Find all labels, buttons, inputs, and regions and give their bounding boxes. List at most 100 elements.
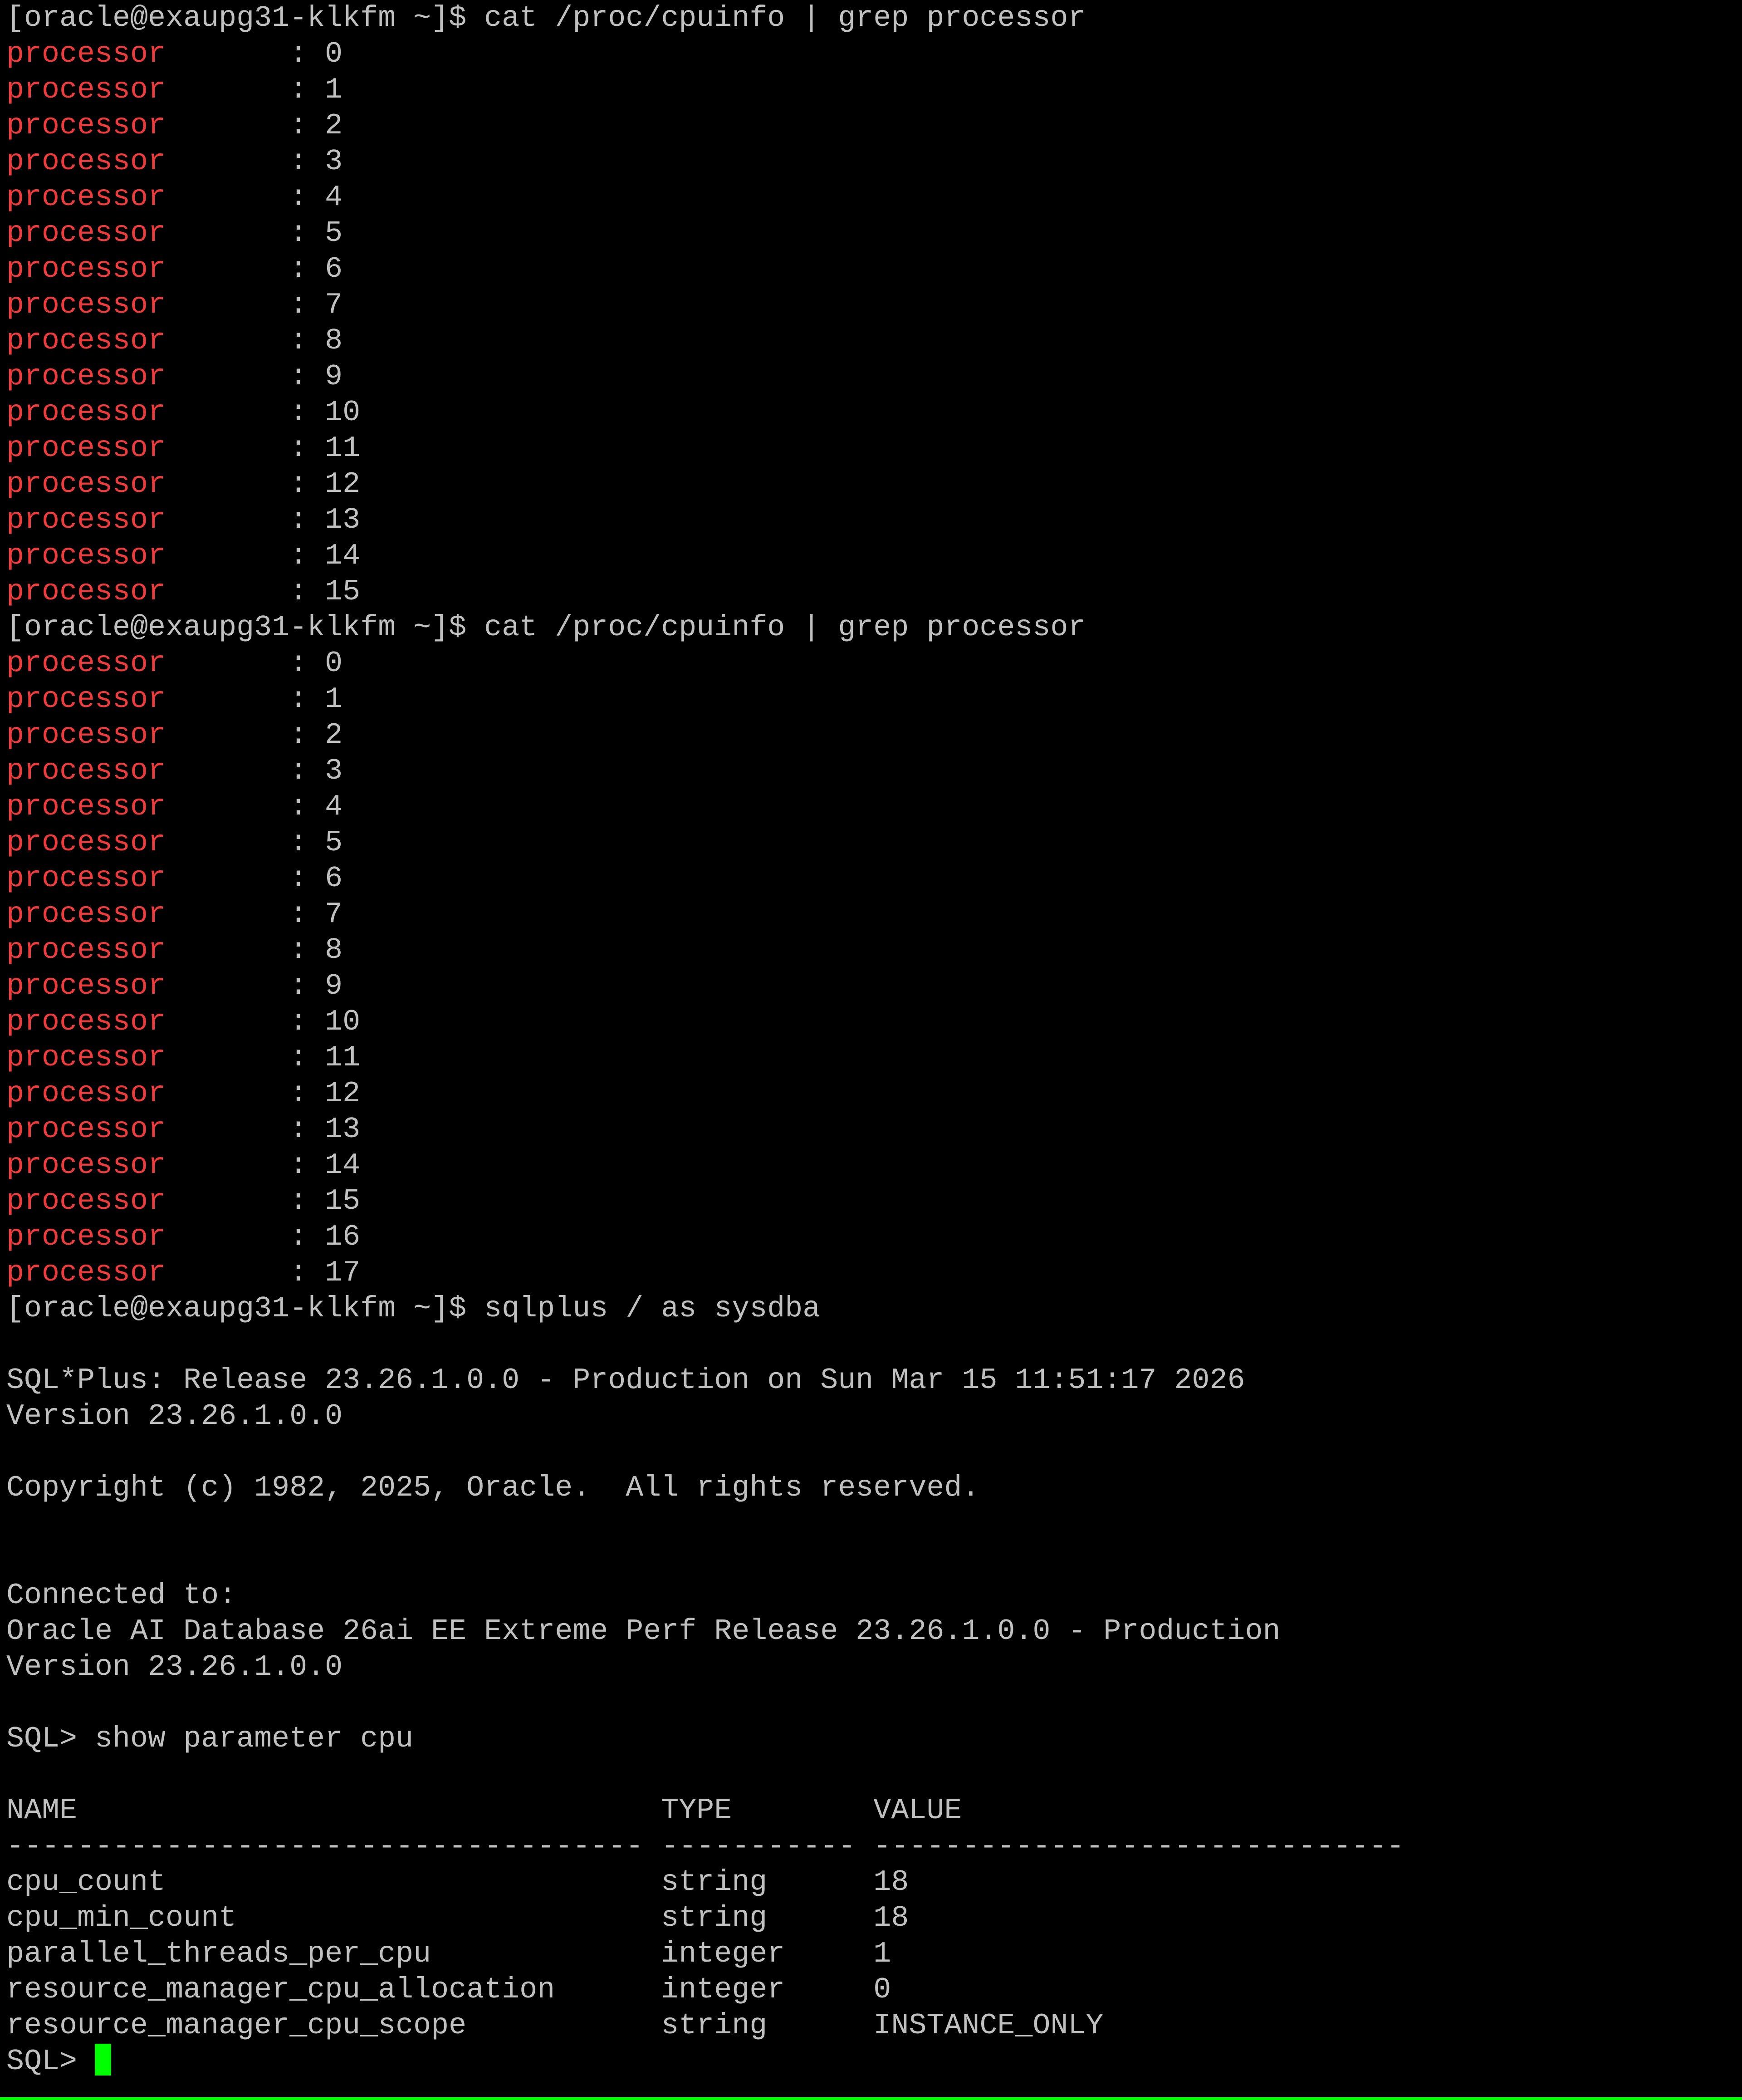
grep-match-keyword: processor	[6, 73, 166, 107]
output-line: resource_manager_cpu_scope string INSTAN…	[6, 2009, 1104, 2042]
output-line: [oracle@exaupg31-klkfm ~]$ cat /proc/cpu…	[6, 611, 1086, 644]
output-line: Copyright (c) 1982, 2025, Oracle. All ri…	[6, 1471, 980, 1505]
grep-match-line: processor : 15	[6, 1183, 1404, 1219]
grep-match-line: processor : 7	[6, 287, 1404, 323]
output-line: parallel_threads_per_cpu integer 1	[6, 1937, 891, 1971]
grep-match-value: : 9	[166, 969, 343, 1003]
grep-match-line: processor : 3	[6, 144, 1404, 180]
output-line: cpu_count string 18	[6, 1865, 909, 1899]
grep-match-keyword: processor	[6, 790, 166, 824]
grep-match-keyword: processor	[6, 252, 166, 286]
sql-prompt-line: SQL>	[6, 2044, 1404, 2080]
grep-match-keyword: processor	[6, 539, 166, 573]
grep-match-value: : 4	[166, 790, 343, 824]
grep-match-keyword: processor	[6, 969, 166, 1003]
grep-match-keyword: processor	[6, 933, 166, 967]
grep-match-line: processor : 11	[6, 431, 1404, 466]
grep-match-keyword: processor	[6, 1148, 166, 1182]
grep-match-keyword: processor	[6, 1256, 166, 1290]
output-line: cpu_min_count string 18	[6, 1901, 909, 1935]
grep-match-value: : 3	[166, 754, 343, 788]
grep-match-keyword: processor	[6, 754, 166, 788]
output-line: ------------------------------------ ---…	[6, 1830, 1404, 1863]
grep-match-line: processor : 12	[6, 466, 1404, 502]
grep-match-keyword: processor	[6, 467, 166, 501]
text-cursor[interactable]	[95, 2044, 112, 2075]
grep-match-line: processor : 12	[6, 1076, 1404, 1112]
grep-match-value: : 0	[166, 37, 343, 71]
grep-match-line: processor : 16	[6, 1219, 1404, 1255]
grep-match-value: : 17	[166, 1256, 361, 1290]
grep-match-line: processor : 6	[6, 251, 1404, 287]
grep-match-line: processor : 0	[6, 36, 1404, 72]
output-line: Version 23.26.1.0.0	[6, 1650, 343, 1684]
grep-match-value: : 12	[166, 467, 361, 501]
grep-match-keyword: processor	[6, 288, 166, 322]
grep-match-keyword: processor	[6, 1220, 166, 1254]
grep-match-value: : 2	[166, 718, 343, 752]
grep-match-value: : 10	[166, 1005, 361, 1039]
grep-match-value: : 11	[166, 432, 361, 465]
grep-match-value: : 2	[166, 109, 343, 142]
grep-match-keyword: processor	[6, 575, 166, 608]
grep-match-value: : 8	[166, 933, 343, 967]
grep-match-keyword: processor	[6, 718, 166, 752]
grep-match-keyword: processor	[6, 396, 166, 429]
grep-match-value: : 6	[166, 862, 343, 895]
grep-match-line: processor : 2	[6, 108, 1404, 144]
grep-match-line: processor : 9	[6, 968, 1404, 1004]
output-line: SQL*Plus: Release 23.26.1.0.0 - Producti…	[6, 1364, 1245, 1397]
output-line: NAME TYPE VALUE	[6, 1794, 962, 1827]
grep-match-line: processor : 4	[6, 180, 1404, 216]
grep-match-value: : 13	[166, 1113, 361, 1146]
grep-match-keyword: processor	[6, 862, 166, 895]
grep-match-value: : 13	[166, 503, 361, 537]
grep-match-value: : 5	[166, 216, 343, 250]
grep-match-keyword: processor	[6, 503, 166, 537]
grep-match-keyword: processor	[6, 1113, 166, 1146]
grep-match-line: processor : 15	[6, 574, 1404, 610]
grep-match-value: : 0	[166, 647, 343, 680]
output-line: Version 23.26.1.0.0	[6, 1399, 343, 1433]
grep-match-value: : 8	[166, 324, 343, 358]
grep-match-value: : 6	[166, 252, 343, 286]
grep-match-value: : 1	[166, 73, 343, 107]
grep-match-line: processor : 9	[6, 359, 1404, 395]
terminal-output: processor : 15[oracle@exaupg31-klkfm ~]$…	[6, 0, 1404, 2080]
grep-match-line: processor : 3	[6, 753, 1404, 789]
grep-match-keyword: processor	[6, 109, 166, 142]
grep-match-line: processor : 5	[6, 825, 1404, 861]
grep-match-value: : 7	[166, 898, 343, 931]
grep-match-keyword: processor	[6, 360, 166, 393]
terminal-window[interactable]: processor : 15[oracle@exaupg31-klkfm ~]$…	[0, 0, 1742, 2100]
grep-match-line: processor : 10	[6, 395, 1404, 431]
output-line: [oracle@exaupg31-klkfm ~]$ cat /proc/cpu…	[6, 1, 1086, 35]
output-line: Oracle AI Database 26ai EE Extreme Perf …	[6, 1614, 1281, 1648]
grep-match-value: : 1	[166, 682, 343, 716]
grep-match-line: processor : 14	[6, 538, 1404, 574]
grep-match-value: : 14	[166, 539, 361, 573]
output-line: [oracle@exaupg31-klkfm ~]$ sqlplus / as …	[6, 1292, 821, 1325]
output-line: Connected to:	[6, 1579, 237, 1612]
grep-match-value: : 3	[166, 145, 343, 178]
grep-match-keyword: processor	[6, 1184, 166, 1218]
grep-match-value: : 15	[166, 1184, 361, 1218]
grep-match-line: processor : 7	[6, 897, 1404, 932]
grep-match-line: processor : 1	[6, 72, 1404, 108]
grep-match-keyword: processor	[6, 1077, 166, 1110]
grep-match-value: : 14	[166, 1148, 361, 1182]
grep-match-line: processor : 4	[6, 789, 1404, 825]
grep-match-line: processor : 5	[6, 216, 1404, 251]
grep-match-keyword: processor	[6, 1041, 166, 1075]
grep-match-line: processor : 14	[6, 1148, 1404, 1183]
output-line: resource_manager_cpu_allocation integer …	[6, 1973, 891, 2007]
grep-match-value: : 5	[166, 826, 343, 859]
window-bottom-edge	[0, 2097, 1742, 2100]
grep-match-keyword: processor	[6, 216, 166, 250]
grep-match-keyword: processor	[6, 432, 166, 465]
grep-match-keyword: processor	[6, 898, 166, 931]
